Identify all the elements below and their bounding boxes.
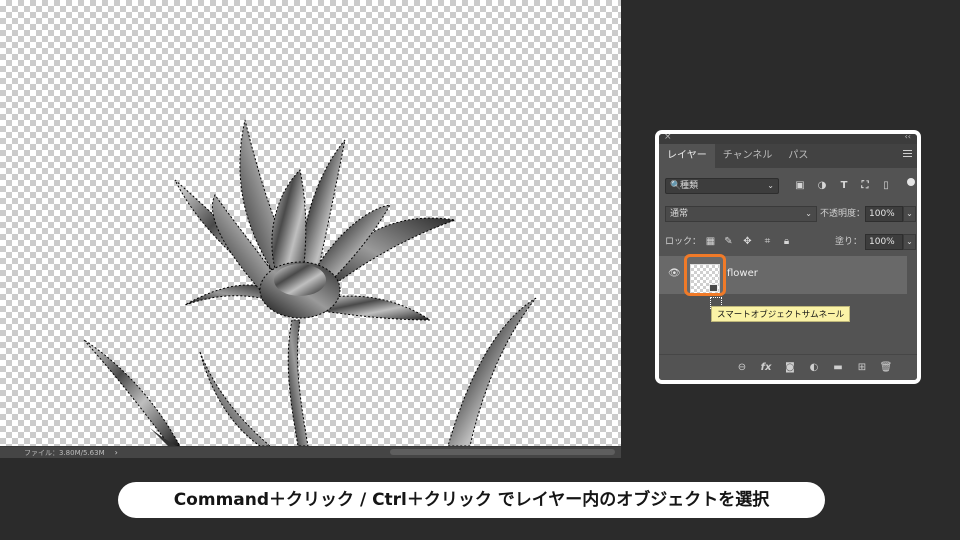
shape-filter-icon[interactable]: ⛶ (858, 179, 872, 193)
status-bar: ファイル：3.80M/5.63M › (0, 446, 621, 458)
layer-name[interactable]: flower (727, 268, 758, 279)
filter-row: 🔍 種類 ⌄ ▣ ◑ T ⛶ ▯ (659, 178, 917, 196)
layers-panel-frame: × ‹‹ レイヤー チャンネル パス 🔍 種類 ⌄ ▣ ◑ T ⛶ ▯ 通常 ⌄… (655, 130, 921, 384)
hand-cursor-icon: ☜ (704, 272, 715, 286)
lock-all-icon[interactable]: 🔒︎ (780, 235, 793, 249)
document-canvas[interactable] (0, 0, 621, 446)
lock-position-icon[interactable]: ✥ (741, 235, 754, 249)
doc-size-readout: ファイル：3.80M/5.63M (24, 448, 105, 457)
blend-mode-value: 通常 (670, 209, 689, 219)
tab-paths[interactable]: パス (780, 144, 816, 168)
fill-input[interactable]: 100% (865, 234, 903, 250)
caption-banner: Command＋クリック / Ctrl＋クリック でレイヤー内のオブジェクトを選… (118, 482, 825, 518)
lock-row: ロック： ▦ ✎ ✥ ⌗ 🔒︎ 塗り： 100% ⌄ (659, 234, 917, 252)
panel-bottom-bar: ⊖ fx ◙ ◐ ▬ ⊞ 🗑︎ (659, 354, 917, 380)
flower-artwork (83, 119, 537, 446)
filter-toggle[interactable] (907, 178, 915, 194)
collapse-icon[interactable]: ‹‹ (905, 134, 911, 141)
lock-image-icon[interactable]: ✎ (722, 235, 735, 249)
type-filter-icon[interactable]: T (837, 179, 851, 193)
filter-kind-label: 種類 (680, 181, 699, 191)
chevron-down-icon: ⌄ (805, 209, 812, 218)
adjustment-filter-icon[interactable]: ◑ (815, 179, 829, 193)
panel-tabs: レイヤー チャンネル パス (659, 144, 917, 168)
link-layers-icon[interactable]: ⊖ (735, 361, 749, 375)
lock-label: ロック： (665, 237, 702, 247)
opacity-label: 不透明度： (820, 209, 866, 219)
fill-dropdown[interactable]: ⌄ (903, 234, 916, 250)
new-layer-icon[interactable]: ⊞ (855, 361, 869, 375)
tab-channels[interactable]: チャンネル (715, 144, 781, 168)
adjustment-layer-icon[interactable]: ◐ (807, 361, 821, 375)
smart-object-filter-icon[interactable]: ▯ (879, 179, 893, 193)
panel-menu-icon[interactable] (903, 150, 912, 160)
layers-panel: × ‹‹ レイヤー チャンネル パス 🔍 種類 ⌄ ▣ ◑ T ⛶ ▯ 通常 ⌄… (659, 134, 917, 380)
lock-artboard-icon[interactable]: ⌗ (761, 235, 774, 249)
lock-transparent-icon[interactable]: ▦ (704, 235, 717, 249)
image-filter-icon[interactable]: ▣ (793, 179, 807, 193)
horizontal-scrollbar[interactable] (390, 449, 615, 455)
opacity-dropdown[interactable]: ⌄ (903, 206, 916, 222)
tab-layers[interactable]: レイヤー (659, 144, 715, 168)
opacity-input[interactable]: 100% (865, 206, 903, 222)
close-icon[interactable]: × (664, 134, 672, 142)
layer-kind-filter[interactable]: 🔍 種類 ⌄ (665, 178, 779, 194)
panel-title-bar: × ‹‹ (659, 134, 917, 144)
chevron-down-icon: ⌄ (767, 181, 774, 190)
eye-icon[interactable]: 👁︎ (668, 268, 681, 279)
fill-label: 塗り： (835, 237, 863, 247)
group-folder-icon[interactable]: ▬ (831, 361, 845, 375)
blend-mode-select[interactable]: 通常 ⌄ (665, 206, 817, 222)
blend-row: 通常 ⌄ 不透明度： 100% ⌄ (659, 206, 917, 224)
thumbnail-tooltip: スマートオブジェクトサムネール (711, 306, 851, 322)
fx-icon[interactable]: fx (759, 361, 773, 375)
layer-mask-icon[interactable]: ◙ (783, 361, 797, 375)
status-menu-arrow[interactable]: › (115, 448, 118, 457)
trash-icon[interactable]: 🗑︎ (879, 361, 893, 375)
